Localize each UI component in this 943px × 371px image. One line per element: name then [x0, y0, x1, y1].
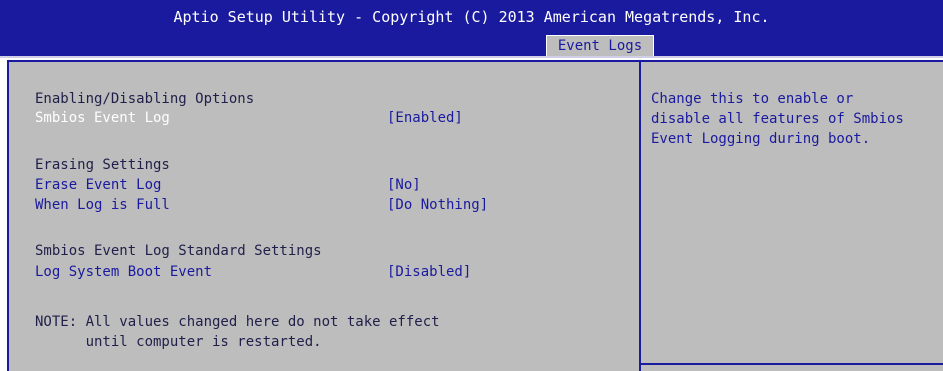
smbios-event-log-label[interactable]: Smbios Event Log	[35, 109, 170, 127]
help-line-3: Event Logging during boot.	[651, 131, 871, 147]
help-line-2: disable all features of Smbios	[651, 111, 904, 127]
erase-event-log-label[interactable]: Erase Event Log	[35, 176, 161, 194]
help-text: Change this to enable or disable all fea…	[651, 89, 941, 149]
section-heading-erase: Erasing Settings	[35, 157, 170, 173]
note-line-2: until computer is restarted.	[35, 334, 322, 350]
panel-divider	[639, 62, 641, 371]
help-line-1: Change this to enable or	[651, 91, 854, 107]
note-line-1: NOTE: All values changed here do not tak…	[35, 314, 440, 330]
section-heading-standard: Smbios Event Log Standard Settings	[35, 243, 322, 259]
when-log-full-label[interactable]: When Log is Full	[35, 196, 170, 214]
title-bar: Aptio Setup Utility - Copyright (C) 2013…	[0, 0, 943, 58]
section-heading-enable: Enabling/Disabling Options	[35, 91, 255, 107]
erase-event-log-value[interactable]: [No]	[387, 176, 421, 194]
help-bottom-divider	[639, 363, 943, 365]
main-panel: Enabling/Disabling Options Smbios Event …	[7, 60, 943, 371]
log-system-boot-event-label[interactable]: Log System Boot Event	[35, 263, 212, 281]
smbios-event-log-value[interactable]: [Enabled]	[387, 109, 463, 127]
tab-event-logs[interactable]: Event Logs	[546, 35, 654, 56]
log-system-boot-event-value[interactable]: [Disabled]	[387, 263, 471, 281]
app-title: Aptio Setup Utility - Copyright (C) 2013…	[173, 8, 770, 26]
when-log-full-value[interactable]: [Do Nothing]	[387, 196, 488, 214]
